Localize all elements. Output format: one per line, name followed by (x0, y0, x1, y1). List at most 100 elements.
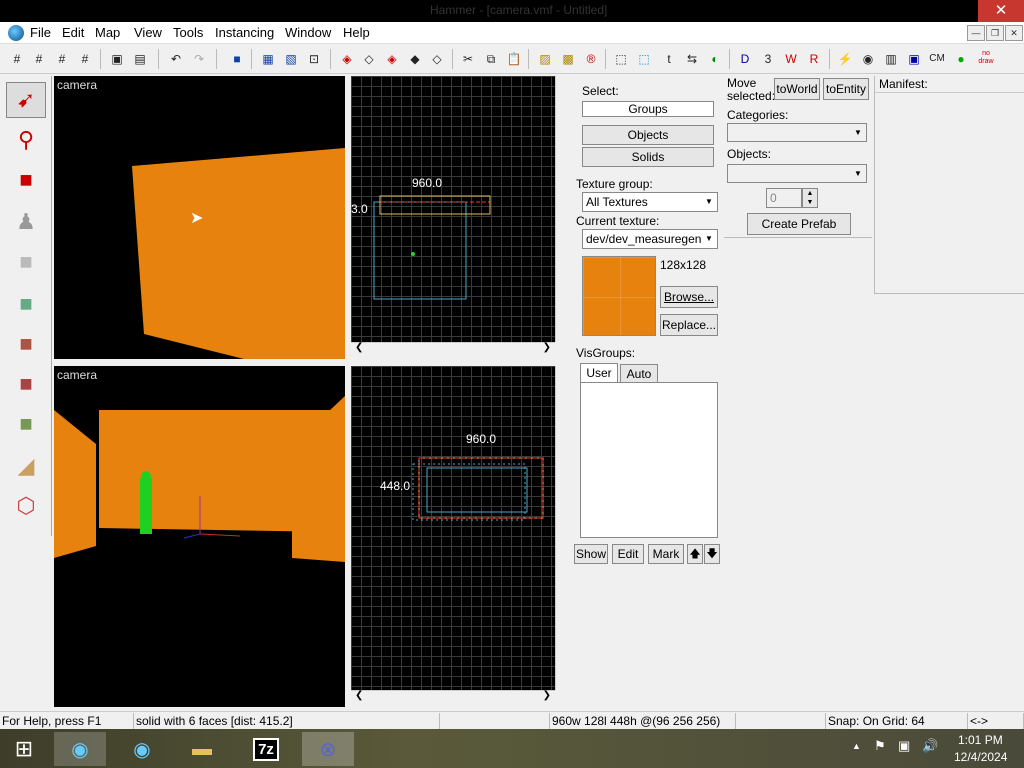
app-icon[interactable] (8, 25, 24, 41)
clock-date[interactable]: 12/4/2024 (954, 750, 1007, 764)
magnify-tool-icon[interactable]: ⚲ (6, 122, 46, 158)
mark-button[interactable]: Mark (648, 544, 684, 564)
browser-alt-icon[interactable]: ◉ (116, 732, 168, 766)
unhide-icon[interactable]: ⊡ (305, 50, 323, 68)
grid-view-top[interactable]: 960.0 3.0 (351, 76, 555, 342)
move-down-icon[interactable]: 🡇 (704, 544, 720, 564)
texture-app-tool-icon[interactable]: ■ (6, 286, 46, 322)
grid-toggle-icon[interactable]: # (8, 50, 26, 68)
menu-instancing[interactable]: Instancing (215, 25, 274, 40)
move-icon[interactable]: ⇆ (683, 50, 701, 68)
overlay-tool-icon[interactable]: ■ (6, 406, 46, 442)
radius-culling-icon[interactable]: ® (582, 50, 600, 68)
entity-tool-icon[interactable]: ♟ (6, 204, 46, 240)
check-map-icon[interactable]: ▣ (905, 50, 923, 68)
show-button[interactable]: Show (574, 544, 608, 564)
file-explorer-icon[interactable]: ▬ (176, 732, 228, 766)
apply-texture-tool-icon[interactable]: ■ (6, 326, 46, 362)
clip-tool-icon[interactable]: ◢ (6, 448, 46, 484)
cut-icon[interactable]: ✂ (459, 50, 477, 68)
undo-icon[interactable]: ↶ (167, 50, 185, 68)
horizontal-scrollbar[interactable]: ❮ ❯ (351, 342, 555, 357)
hide-selected-icon[interactable]: ▦ (259, 50, 277, 68)
lighting-icon[interactable]: R (805, 50, 823, 68)
decal-tool-icon[interactable]: ■ (6, 366, 46, 402)
camera-view-top[interactable]: camera ➤ (54, 76, 345, 359)
objects-dropdown[interactable]: ▼ (727, 164, 867, 183)
hammer-app-icon[interactable]: ⊗ (302, 732, 354, 766)
3d-flat-icon[interactable]: 3 (759, 50, 777, 68)
flag-icon[interactable]: ⚑ (874, 738, 886, 754)
visgroups-list[interactable] (580, 382, 718, 538)
visgroup-icon[interactable]: ● (952, 50, 970, 68)
block-tool-icon[interactable]: ■ (6, 244, 46, 280)
toggle-select-icon[interactable]: t (660, 50, 678, 68)
helpers-icon[interactable]: ▨ (536, 50, 554, 68)
current-texture-dropdown[interactable]: dev/dev_measuregene ▼ (582, 229, 718, 249)
3d-textured-icon[interactable]: D (736, 50, 754, 68)
volume-icon[interactable]: 🔊 (922, 738, 938, 754)
to-entity-button[interactable]: toEntity (823, 78, 869, 100)
horizontal-scrollbar[interactable]: ❮ ❯ (351, 690, 555, 705)
texture-toggle-icon[interactable]: ◇ (428, 50, 446, 68)
menu-edit[interactable]: Edit (62, 25, 84, 40)
categories-dropdown[interactable]: ▼ (727, 123, 867, 142)
selection-tool-icon[interactable]: ➹ (6, 82, 46, 118)
select-icon[interactable]: ⬚ (612, 50, 630, 68)
browser-icon[interactable]: ◉ (54, 732, 106, 766)
entity-report-icon[interactable]: ▥ (882, 50, 900, 68)
close-button[interactable]: ✕ (978, 0, 1024, 22)
texture-lock-icon[interactable]: ◈ (338, 50, 356, 68)
vertical-scrollbar[interactable] (555, 366, 570, 690)
replace-button[interactable]: Replace... (660, 314, 718, 336)
cordon-button[interactable]: CM (926, 50, 948, 68)
apply-texture-icon[interactable]: ◈ (383, 50, 401, 68)
menu-tools[interactable]: Tools (173, 25, 203, 40)
grid-3d-icon[interactable]: # (30, 50, 48, 68)
vertical-scrollbar[interactable] (555, 76, 570, 342)
facing-spinner[interactable]: 0 (766, 188, 802, 208)
spinner-arrows-icon[interactable]: ▲ ▼ (802, 188, 818, 208)
select-box-icon[interactable]: ⬚ (635, 50, 653, 68)
tab-auto[interactable]: Auto (620, 364, 658, 384)
grid-smaller-icon[interactable]: # (53, 50, 71, 68)
browse-button[interactable]: Browse... (660, 286, 718, 308)
windows-start-icon[interactable]: ⊞ (0, 732, 48, 766)
texture-scale-lock-icon[interactable]: ◇ (360, 50, 378, 68)
hide-unselected-icon[interactable]: ▧ (282, 50, 300, 68)
vertex-tool-icon[interactable]: ⬡ (6, 488, 46, 524)
camera-view-bottom[interactable]: camera (54, 366, 345, 707)
nodraw-button[interactable]: no draw (974, 50, 998, 68)
groups-button[interactable]: Groups (582, 101, 714, 117)
paste-icon[interactable]: 📋 (505, 50, 523, 68)
texture-group-dropdown[interactable]: All Textures ▼ (582, 192, 718, 212)
grid-larger-icon[interactable]: # (76, 50, 94, 68)
menu-map[interactable]: Map (95, 25, 120, 40)
edit-button[interactable]: Edit (612, 544, 644, 564)
close-child-icon[interactable]: ✕ (1005, 25, 1023, 41)
compile-icon[interactable]: ⚡ (836, 50, 854, 68)
network-icon[interactable]: ▣ (898, 738, 910, 754)
to-world-button[interactable]: toWorld (774, 78, 820, 100)
solids-button[interactable]: Solids (582, 147, 714, 167)
create-prefab-button[interactable]: Create Prefab (747, 213, 851, 235)
copy-icon[interactable]: ⧉ (482, 50, 500, 68)
models-icon[interactable]: ▩ (559, 50, 577, 68)
menu-window[interactable]: Window (285, 25, 331, 40)
menu-file[interactable]: File (30, 25, 51, 40)
grid-view-bottom[interactable]: 960.0 448.0 (351, 366, 555, 690)
move-up-icon[interactable]: 🡅 (687, 544, 703, 564)
tab-user[interactable]: User (580, 363, 618, 382)
menu-help[interactable]: Help (343, 25, 370, 40)
replace-texture-icon[interactable]: ◆ (406, 50, 424, 68)
redo-icon[interactable]: ↷ (190, 50, 208, 68)
sevenzip-icon[interactable]: 7z (240, 732, 292, 766)
show-hidden-icons-icon[interactable]: ▲ (852, 741, 861, 751)
carve-icon[interactable]: ■ (228, 50, 246, 68)
run-map-icon[interactable]: ◉ (859, 50, 877, 68)
menu-view[interactable]: View (134, 25, 162, 40)
objects-button[interactable]: Objects (582, 125, 714, 145)
camera-tool-icon[interactable]: ■ (6, 162, 46, 198)
group-icon[interactable]: ▣ (108, 50, 126, 68)
clock-time[interactable]: 1:01 PM (958, 733, 1003, 747)
